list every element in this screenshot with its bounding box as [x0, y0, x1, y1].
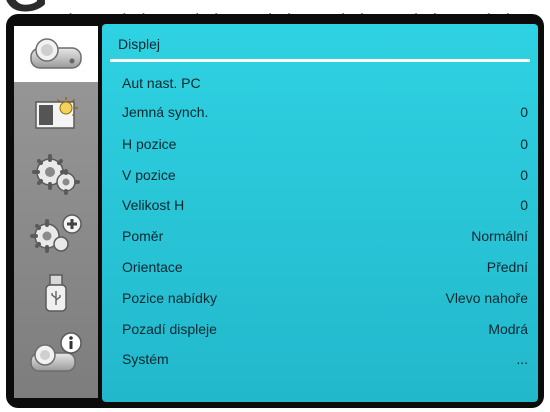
menu-title: Displej	[118, 36, 161, 52]
title-divider	[110, 59, 530, 62]
menu-item-h-pozice[interactable]: H pozice 0	[122, 131, 528, 157]
menu-item-pozadi-displeje[interactable]: Pozadí displeje Modrá	[122, 316, 528, 342]
menu-item-velikost-h[interactable]: Velikost H 0	[122, 192, 528, 218]
menu-item-value: 0	[520, 104, 528, 120]
menu-item-value: Vlevo nahoře	[445, 290, 528, 306]
menu-item-value: Přední	[486, 259, 528, 275]
menu-item-pozice-nabidky[interactable]: Pozice nabídky Vlevo nahoře	[122, 285, 528, 311]
menu-item-label: Aut nast. PC	[122, 75, 201, 91]
tab-picture[interactable]	[14, 86, 98, 142]
settings-gears-icon	[32, 154, 80, 195]
menu-item-label: Velikost H	[122, 197, 185, 213]
menu-item-value: ...	[516, 351, 528, 367]
menu-item-v-pozice[interactable]: V pozice 0	[122, 162, 528, 188]
tab-information[interactable]	[14, 326, 98, 382]
tab-display[interactable]	[14, 26, 98, 82]
advanced-settings-icon	[30, 214, 82, 253]
display-icon	[30, 38, 82, 69]
menu-item-jemna-synch[interactable]: Jemná synch. 0	[122, 99, 528, 125]
menu-item-label: Poměr	[122, 228, 164, 244]
menu-item-aut-nast-pc[interactable]: Aut nast. PC	[122, 70, 528, 96]
menu-item-value: 0	[520, 136, 528, 152]
information-icon	[30, 332, 82, 372]
menu-item-value: Modrá	[488, 321, 528, 337]
menu-item-system[interactable]: Systém ...	[122, 346, 528, 372]
usb-icon	[45, 274, 67, 312]
menu-item-pomer[interactable]: Poměr Normální	[122, 223, 528, 249]
menu-item-label: Systém	[122, 351, 169, 367]
menu-item-label: Jemná synch.	[122, 104, 209, 120]
picture-brightness-icon	[35, 97, 78, 129]
menu-item-value: Normální	[471, 228, 528, 244]
menu-item-orientace[interactable]: Orientace Přední	[122, 254, 528, 280]
display-menu-panel: Displej Aut nast. PC Jemná synch. 0 H po…	[102, 24, 538, 402]
cropped-heading: G ‿ ‿ ‿ ‿ ‿ ‿ ‿ ‿ ‿ ‿ ‿ ‿ J ]	[0, 0, 550, 14]
menu-item-label: Pozice nabídky	[122, 290, 217, 306]
menu-item-label: V pozice	[122, 167, 176, 183]
menu-item-label: Orientace	[122, 259, 183, 275]
tab-usb[interactable]	[14, 266, 98, 322]
menu-item-value: 0	[520, 167, 528, 183]
tab-settings[interactable]	[14, 146, 98, 202]
tab-advanced-settings[interactable]	[14, 206, 98, 262]
menu-item-label: H pozice	[122, 136, 177, 152]
menu-item-label: Pozadí displeje	[122, 321, 217, 337]
menu-item-value: 0	[520, 197, 528, 213]
